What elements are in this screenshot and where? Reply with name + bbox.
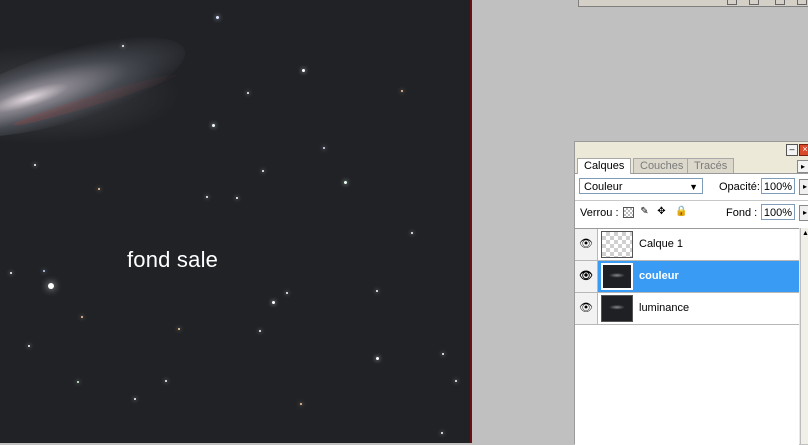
layers-scrollbar[interactable]: ▲ bbox=[800, 228, 808, 444]
panel-button[interactable] bbox=[775, 0, 785, 5]
canvas-border bbox=[470, 0, 472, 443]
star bbox=[344, 181, 347, 184]
star bbox=[262, 170, 264, 172]
minimize-icon[interactable]: – bbox=[786, 144, 798, 156]
divider bbox=[575, 200, 808, 201]
fill-input[interactable]: 100% bbox=[761, 204, 795, 220]
star bbox=[236, 197, 238, 199]
blend-mode-value: Couleur bbox=[584, 181, 623, 193]
tab-couches[interactable]: Couches bbox=[633, 158, 691, 173]
opacity-label: Opacité: bbox=[719, 181, 760, 193]
tab-calques[interactable]: Calques bbox=[577, 158, 632, 174]
eye-icon[interactable]: 👁 bbox=[575, 229, 598, 260]
move-icon[interactable]: ✥ bbox=[656, 206, 667, 217]
brush-icon[interactable]: ✎ bbox=[639, 206, 650, 217]
galaxy bbox=[0, 16, 195, 158]
scroll-up-icon[interactable]: ▲ bbox=[801, 230, 808, 237]
star bbox=[10, 272, 12, 274]
star bbox=[401, 90, 403, 92]
star bbox=[134, 398, 136, 400]
star bbox=[411, 232, 413, 234]
star bbox=[302, 69, 305, 72]
star bbox=[376, 290, 378, 292]
star bbox=[48, 283, 54, 289]
star bbox=[206, 196, 208, 198]
layer-thumbnail bbox=[601, 231, 633, 258]
layers-list: 👁 Calque 1 👁 couleur 👁 luminance bbox=[575, 228, 799, 445]
lock-label: Verrou : bbox=[580, 207, 619, 219]
star bbox=[442, 353, 444, 355]
fill-label: Fond : bbox=[726, 207, 758, 219]
star bbox=[98, 188, 100, 190]
star bbox=[259, 330, 261, 332]
star bbox=[81, 316, 83, 318]
star bbox=[272, 301, 275, 304]
layer-controls: Couleur ▼ Opacité: 100% ▸ Verrou : ✎ ✥ 🔒… bbox=[575, 174, 808, 228]
layer-name: Calque 1 bbox=[639, 238, 684, 250]
panel-button[interactable] bbox=[749, 0, 759, 5]
lock-transparency-icon[interactable] bbox=[623, 207, 634, 218]
panel-button[interactable] bbox=[797, 0, 807, 5]
star bbox=[216, 16, 219, 19]
top-panel-fragment bbox=[578, 0, 808, 7]
star bbox=[165, 380, 167, 382]
opacity-input[interactable]: 100% bbox=[761, 178, 795, 194]
star bbox=[286, 292, 288, 294]
star bbox=[28, 345, 30, 347]
close-icon[interactable]: × bbox=[799, 144, 808, 156]
layer-name: couleur bbox=[639, 270, 679, 282]
layer-thumbnail bbox=[601, 295, 633, 322]
tab-row: Calques Couches Tracés bbox=[575, 158, 808, 174]
image-canvas[interactable]: fond sale bbox=[0, 0, 470, 443]
panel-button[interactable] bbox=[727, 0, 737, 5]
eye-icon[interactable]: 👁 bbox=[575, 261, 598, 292]
layer-thumbnail bbox=[601, 263, 633, 290]
star bbox=[77, 381, 79, 383]
star bbox=[178, 328, 180, 330]
padlock-icon[interactable]: 🔒 bbox=[675, 206, 687, 217]
star bbox=[122, 45, 124, 47]
layers-palette: – × Calques Couches Tracés ▸ Couleur ▼ O… bbox=[574, 141, 808, 445]
canvas-caption: fond sale bbox=[127, 247, 219, 272]
eye-icon[interactable]: 👁 bbox=[575, 293, 598, 324]
star bbox=[300, 403, 302, 405]
star bbox=[455, 380, 457, 382]
star bbox=[247, 92, 249, 94]
fill-slider-button[interactable]: ▸ bbox=[799, 205, 808, 221]
opacity-slider-button[interactable]: ▸ bbox=[799, 179, 808, 195]
star bbox=[441, 432, 443, 434]
star bbox=[43, 270, 45, 272]
palette-menu-icon[interactable]: ▸ bbox=[797, 160, 808, 173]
layer-row[interactable]: 👁 luminance bbox=[575, 293, 799, 325]
star bbox=[34, 164, 36, 166]
star bbox=[376, 357, 379, 360]
star bbox=[212, 124, 215, 127]
tab-traces[interactable]: Tracés bbox=[687, 158, 735, 173]
layer-name: luminance bbox=[639, 302, 690, 314]
star bbox=[323, 147, 325, 149]
chevron-down-icon: ▼ bbox=[689, 182, 698, 192]
palette-titlebar[interactable]: – × bbox=[575, 142, 808, 157]
blend-mode-select[interactable]: Couleur ▼ bbox=[579, 178, 703, 194]
layer-row[interactable]: 👁 Calque 1 bbox=[575, 229, 799, 261]
layer-row-selected[interactable]: 👁 couleur bbox=[575, 261, 799, 293]
